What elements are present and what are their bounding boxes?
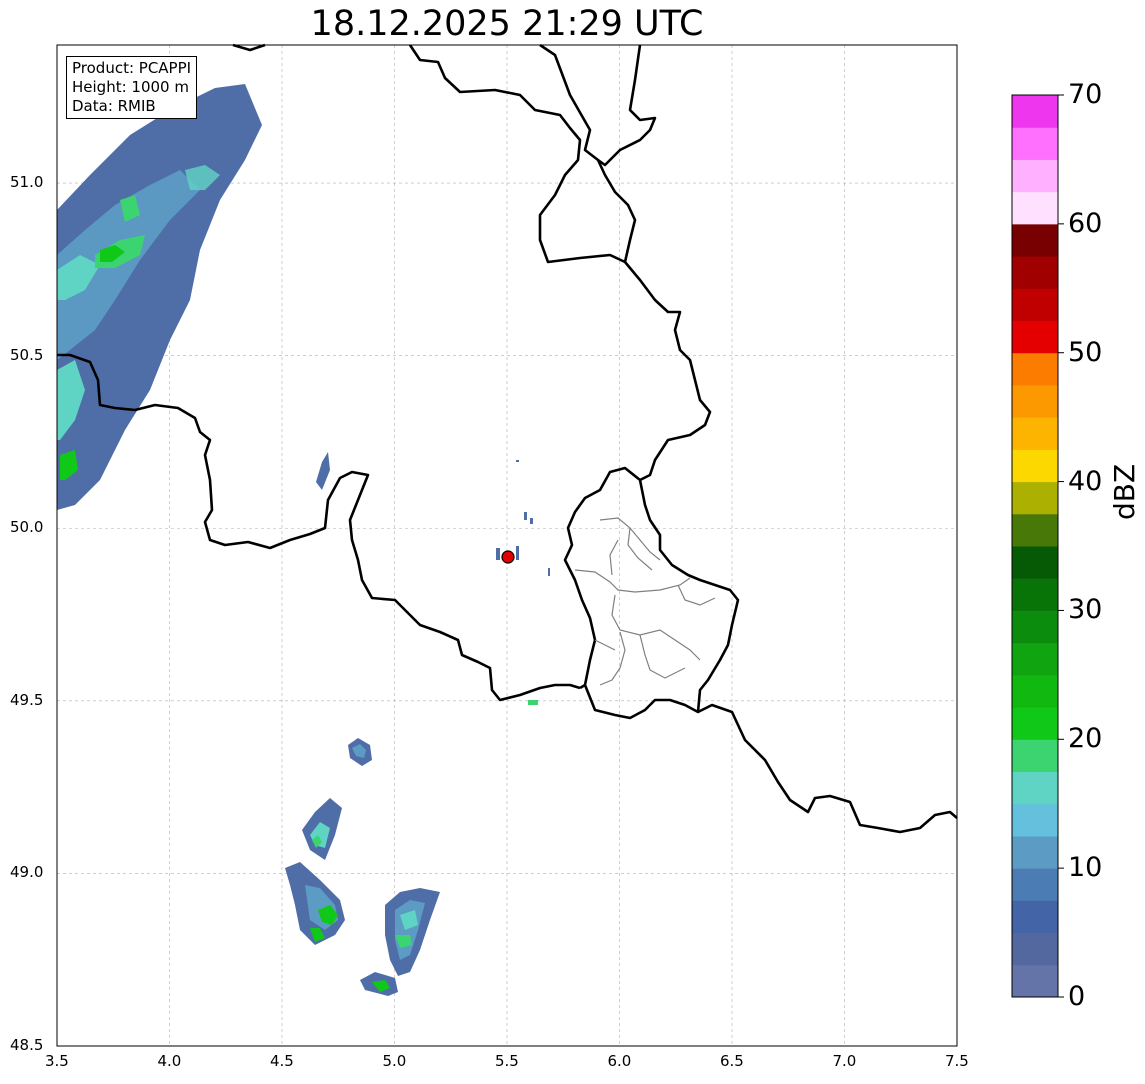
- info-data: Data: RMIB: [72, 97, 156, 115]
- y-tick-label: 50.0: [10, 518, 44, 537]
- radar-site-marker: [501, 550, 515, 564]
- colorbar: [1012, 94, 1064, 998]
- radar-map: [56, 43, 1064, 1047]
- x-tick-label: 7.0: [832, 1052, 857, 1070]
- colorbar-tick-label: 30: [1068, 594, 1103, 626]
- colorbar-segment: [1012, 835, 1058, 869]
- colorbar-segment: [1012, 707, 1058, 740]
- colorbar-segment: [1012, 546, 1058, 579]
- colorbar-tick-label: 40: [1068, 465, 1103, 497]
- x-tick-label: 7.5: [945, 1052, 969, 1070]
- y-tick-label: 49.0: [10, 863, 44, 882]
- colorbar-segment: [1012, 513, 1058, 547]
- colorbar-label: dBZ: [1108, 463, 1141, 520]
- colorbar-segment: [1012, 481, 1058, 515]
- colorbar-segment: [1012, 352, 1058, 386]
- colorbar-segment: [1012, 642, 1058, 676]
- colorbar-segment: [1012, 803, 1058, 837]
- colorbar-segment: [1012, 578, 1058, 611]
- colorbar-segment: [1012, 127, 1058, 160]
- colorbar-segment: [1012, 288, 1058, 321]
- colorbar-segment: [1012, 417, 1058, 450]
- x-tick-label: 6.0: [607, 1052, 632, 1070]
- colorbar-segment: [1012, 868, 1058, 901]
- x-tick-label: 4.5: [270, 1052, 294, 1070]
- colorbar-segment: [1012, 610, 1058, 644]
- x-tick-label: 5.0: [382, 1052, 407, 1070]
- colorbar-tick-label: 50: [1068, 336, 1103, 368]
- y-tick-label: 49.5: [10, 690, 44, 709]
- colorbar-segment: [1012, 320, 1058, 354]
- colorbar-segment: [1012, 159, 1058, 193]
- colorbar-segment: [1012, 771, 1058, 805]
- colorbar-tick-label: 0: [1068, 981, 1086, 1012]
- y-tick-label: 48.5: [10, 1036, 44, 1054]
- y-tick-label: 51.0: [10, 173, 44, 192]
- colorbar-segment: [1012, 739, 1058, 772]
- x-tick-label: 3.5: [45, 1052, 69, 1070]
- colorbar-segment: [1012, 932, 1058, 966]
- colorbar-tick-label: 20: [1068, 723, 1103, 755]
- info-product: Product: PCAPPI: [72, 59, 192, 77]
- colorbar-segment: [1012, 191, 1058, 225]
- colorbar-segment: [1012, 95, 1058, 128]
- y-tick-label: 50.5: [10, 345, 44, 364]
- colorbar-segment: [1012, 900, 1058, 934]
- colorbar-tick-label: 10: [1068, 852, 1103, 884]
- x-tick-label: 5.5: [495, 1052, 519, 1070]
- colorbar-segment: [1012, 223, 1058, 257]
- colorbar-segment: [1012, 256, 1058, 289]
- colorbar-segment: [1012, 449, 1058, 483]
- colorbar-segment: [1012, 674, 1058, 708]
- x-tick-label: 4.0: [157, 1052, 182, 1070]
- info-box: Product: PCAPPI Height: 1000 m Data: RMI…: [66, 56, 198, 119]
- colorbar-tick-label: 60: [1068, 207, 1103, 239]
- info-height: Height: 1000 m: [72, 78, 189, 96]
- colorbar-segment: [1012, 964, 1058, 998]
- colorbar-tick-label: 70: [1068, 79, 1103, 110]
- colorbar-segment: [1012, 384, 1058, 418]
- x-tick-label: 6.5: [720, 1052, 744, 1070]
